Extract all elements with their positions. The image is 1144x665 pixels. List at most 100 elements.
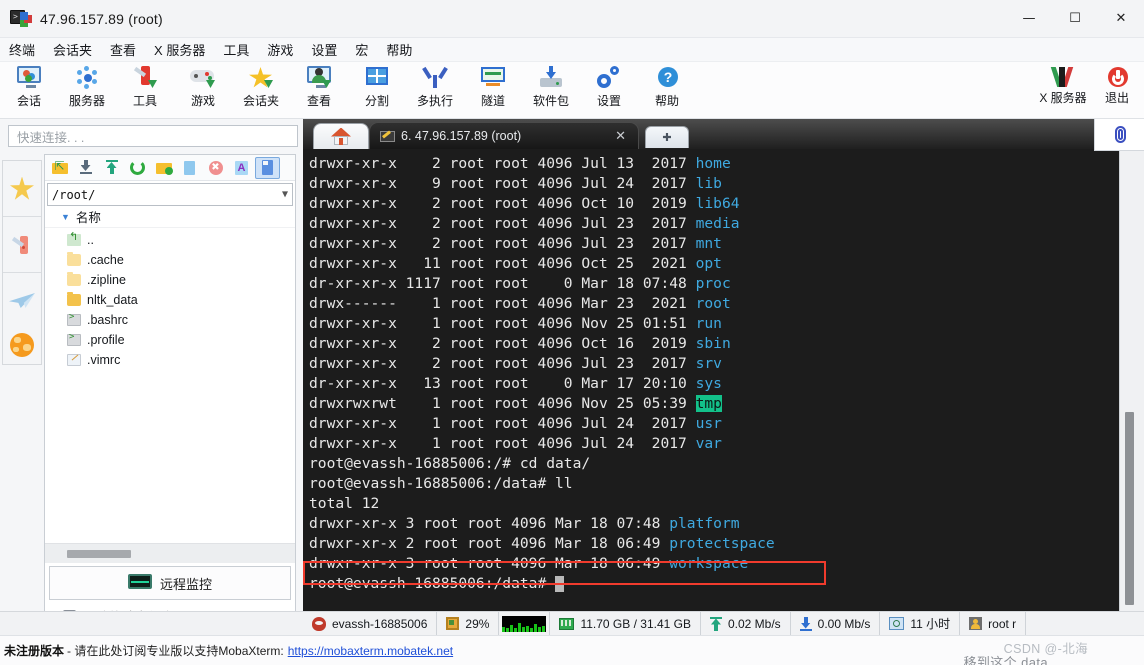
list-item[interactable]: .. — [45, 230, 295, 250]
tab-session-active[interactable]: 6. 47.96.157.89 (root) ✕ — [369, 122, 639, 149]
menu-tools[interactable]: 工具 — [214, 38, 258, 61]
quick-connect-input[interactable]: 快速连接. . . — [8, 125, 298, 147]
file-list-header[interactable]: ▼ 名称 — [45, 206, 295, 228]
monitor-graph-icon — [127, 574, 152, 592]
terminal-text: drwxr-xr-x 2 root root 4096 Mar 18 06:49 — [309, 535, 670, 552]
terminal-line: drwxr-xr-x 2 root root 4096 Jul 23 2017 … — [309, 354, 1103, 374]
rail-tools-button[interactable] — [3, 217, 41, 273]
new-tab-button[interactable]: ✚ — [645, 126, 689, 148]
upload-icon[interactable] — [99, 157, 124, 179]
scrollbar-thumb[interactable] — [67, 549, 131, 558]
sftp-mode-icon[interactable] — [255, 156, 280, 179]
terminal-text: drwxr-xr-x 3 root root 4096 Mar 18 07:48 — [309, 515, 670, 532]
terminal-scrollbar[interactable] — [1103, 149, 1119, 611]
list-item[interactable]: nltk_data — [45, 290, 295, 310]
tab-close-icon[interactable]: ✕ — [607, 128, 634, 144]
status-cpu[interactable]: 29% — [437, 611, 500, 636]
delete-icon[interactable]: ✖ — [203, 157, 228, 179]
horizontal-scrollbar[interactable] — [45, 543, 295, 563]
list-item[interactable]: .zipline — [45, 270, 295, 290]
new-file-icon[interactable] — [177, 157, 202, 179]
column-header-name: 名称 — [75, 211, 101, 225]
linux-penguin-icon — [312, 616, 326, 631]
paperclip-icon — [1111, 125, 1129, 145]
terminal-output[interactable]: drwxr-xr-x 2 root root 4096 Jul 13 2017 … — [303, 149, 1103, 611]
directory-name: sbin — [695, 335, 731, 352]
status-host[interactable]: evassh-16885006 — [303, 611, 438, 636]
right-side-panel[interactable] — [1119, 119, 1144, 611]
terminal-text: drwx------ 1 root root 4096 Mar 23 2021 — [309, 295, 696, 312]
toolbar-exit-button[interactable]: 退出 — [1090, 62, 1144, 117]
right-panel-scrollbar-thumb[interactable] — [1125, 412, 1134, 605]
toolbar-games-button[interactable]: 游戏 — [174, 62, 232, 117]
status-cpu-graph[interactable] — [499, 611, 551, 636]
toolbar-session-button[interactable]: 会话 — [0, 62, 58, 117]
download-arrow-icon — [799, 616, 812, 631]
terminal-line: root@evassh-16885006:/data# — [309, 574, 1103, 594]
session-icon — [14, 65, 44, 91]
toolbar-xserver-button[interactable]: X 服务器 — [1036, 62, 1090, 117]
mobaxterm-link[interactable]: https://mobaxterm.mobatek.net — [288, 644, 453, 658]
tab-home[interactable] — [313, 123, 369, 149]
status-user[interactable]: root r — [960, 611, 1027, 636]
text-format-icon[interactable]: A — [229, 157, 254, 179]
terminal-line: root@evassh-16885006:/# cd data/ — [309, 454, 1103, 474]
toolbar-tunneling-button[interactable]: 隧道 — [464, 62, 522, 117]
new-folder-icon[interactable] — [151, 157, 176, 179]
terminal-line: drwxrwxrwt 1 root root 4096 Nov 25 05:39… — [309, 394, 1103, 414]
rail-sftp-button[interactable] — [3, 273, 41, 329]
left-status-filler — [0, 611, 303, 635]
toolbar-sessions-folder-button[interactable]: 会话夹 — [232, 62, 290, 117]
menu-view[interactable]: 查看 — [101, 38, 145, 61]
chevron-down-icon[interactable]: ▼ — [282, 189, 288, 200]
download-icon[interactable] — [73, 157, 98, 179]
file-name: nltk_data — [87, 293, 138, 307]
remote-monitoring-button[interactable]: 远程监控 — [49, 566, 291, 600]
menu-xserver[interactable]: X 服务器 — [145, 38, 214, 61]
path-bar[interactable]: /root/ ▼ — [47, 183, 293, 206]
minimize-button[interactable]: — — [1006, 0, 1052, 38]
status-uptime[interactable]: 11 小时 — [880, 611, 961, 636]
key-icon — [380, 130, 395, 143]
list-item[interactable]: .vimrc — [45, 350, 295, 370]
toolbar-settings-button[interactable]: 设置 — [580, 62, 638, 117]
toolbar-servers-button[interactable]: 服务器 — [58, 62, 116, 117]
toolbar-multiexec-button[interactable]: 多执行 — [406, 62, 464, 117]
status-download[interactable]: 0.00 Mb/s — [791, 611, 881, 636]
list-item[interactable]: .cache — [45, 250, 295, 270]
maximize-button[interactable]: ☐ — [1052, 0, 1098, 38]
overlay-watermark: 移到这个 data — [963, 652, 1048, 665]
paperclip-attach-button[interactable] — [1094, 119, 1144, 151]
menu-sessions-folder[interactable]: 会话夹 — [44, 38, 101, 61]
file-list: .. .cache .zipline nltk_data .bashrc .pr… — [45, 228, 295, 543]
terminal-line: drwxr-xr-x 2 root root 4096 Jul 23 2017 … — [309, 214, 1103, 234]
refresh-icon[interactable] — [125, 157, 150, 179]
toolbar-view-button[interactable]: 查看 — [290, 62, 348, 117]
toolbar-packages-button[interactable]: 软件包 — [522, 62, 580, 117]
terminal-line: drwxr-xr-x 2 root root 4096 Jul 13 2017 … — [309, 154, 1103, 174]
menu-games[interactable]: 游戏 — [258, 38, 302, 61]
cpu-icon — [446, 617, 460, 630]
menu-macros[interactable]: 宏 — [346, 38, 377, 61]
toolbar-help-button[interactable]: ? 帮助 — [638, 62, 696, 117]
status-host-label: evassh-16885006 — [332, 616, 428, 631]
menu-terminal[interactable]: 终端 — [0, 38, 44, 61]
parent-folder-icon[interactable]: ⇱ — [47, 157, 72, 179]
menu-help[interactable]: 帮助 — [377, 38, 421, 61]
status-upload[interactable]: 0.02 Mb/s — [701, 611, 791, 636]
list-item[interactable]: .profile — [45, 330, 295, 350]
toolbar-label: 查看 — [306, 94, 331, 108]
rail-web-button[interactable] — [4, 325, 40, 365]
games-icon — [188, 65, 218, 91]
close-button[interactable]: ✕ — [1098, 0, 1144, 38]
status-memory[interactable]: 11.70 GB / 31.41 GB — [550, 611, 701, 636]
rail-favorites-button[interactable] — [3, 161, 41, 217]
status-uptime-label: 11 小时 — [910, 617, 951, 631]
toolbar-tools-button[interactable]: 工具 — [116, 62, 174, 117]
toolbar-split-button[interactable]: 分割 — [348, 62, 406, 117]
menu-settings[interactable]: 设置 — [302, 38, 346, 61]
terminal-line: drwxr-xr-x 1 root root 4096 Jul 24 2017 … — [309, 434, 1103, 454]
list-item[interactable]: .bashrc — [45, 310, 295, 330]
mobaxterm-icon — [10, 8, 32, 30]
uptime-icon — [889, 617, 905, 630]
